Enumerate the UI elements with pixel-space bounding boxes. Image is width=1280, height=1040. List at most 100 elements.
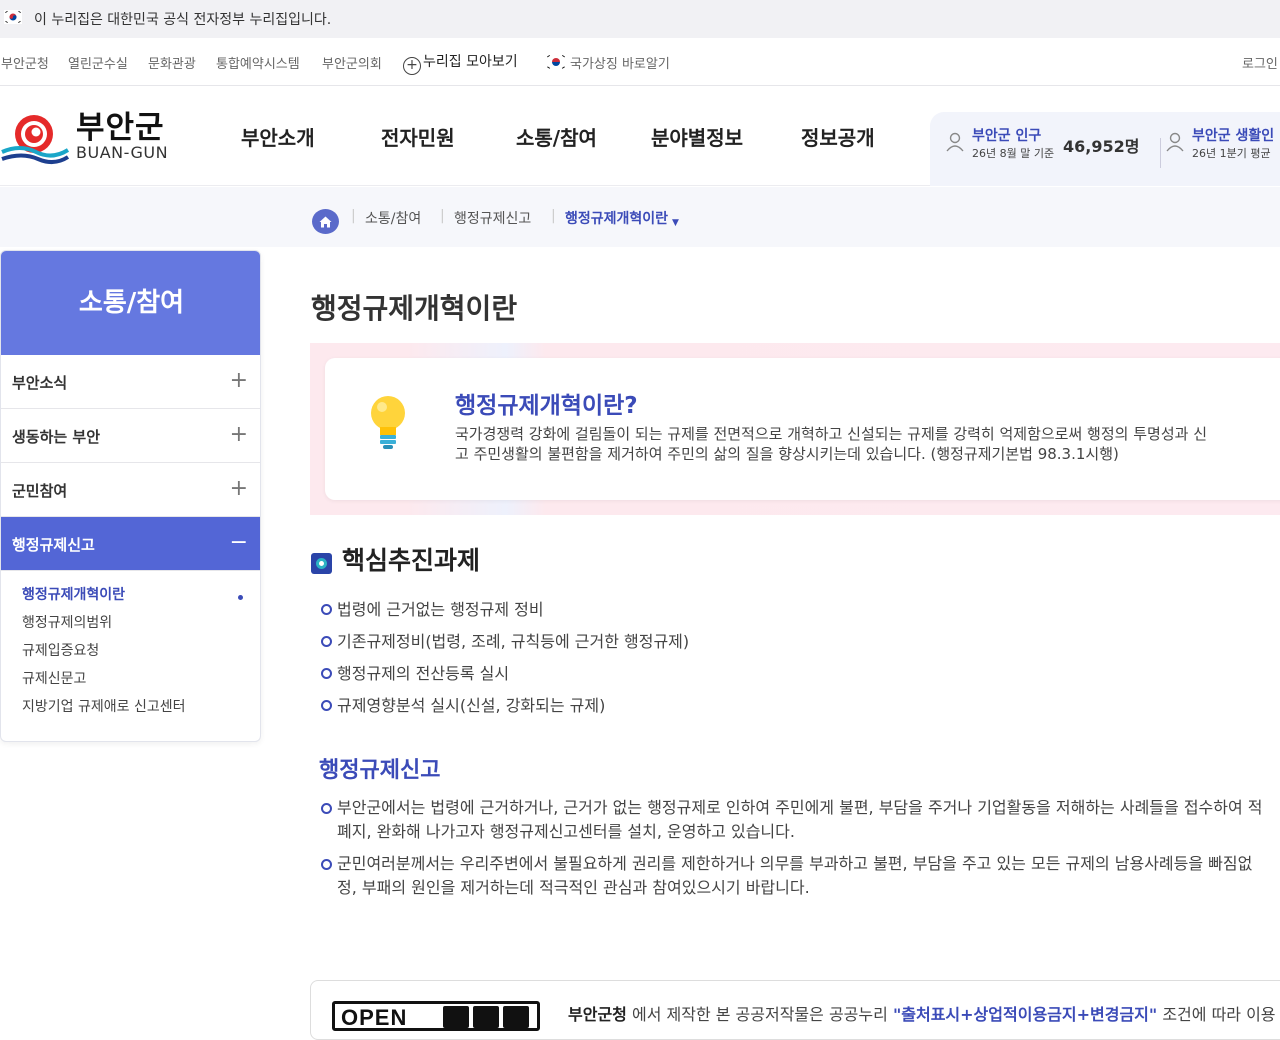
ring-bullet-icon [321,636,332,647]
home-button[interactable] [312,209,339,234]
report-item: 부안군에서는 법령에 근거하거나, 근거가 없는 행정규제로 인하여 주민에게 … [321,796,1280,844]
sidebar-item-label: 생동하는 부안 [12,428,101,446]
report-text-line: 군민여러분께서는 우리주변에서 불필요하게 권리를 제한하거나 의무를 부과하고… [337,854,1253,873]
intro-text: 국가경쟁력 강화에 걸림돌이 되는 규제를 전면적으로 개혁하고 신설되는 규제… [455,424,1280,464]
living-pop-label: 부안군 생활인 [1192,128,1275,144]
breadcrumb-separator: | [551,208,556,224]
plus-circle-icon: + [403,57,421,75]
ring-bullet-icon [321,859,332,870]
site-header: 부안군 BUAN-GUN 부안소개 전자민원 소통/참여 분야별정보 정보공개 … [0,86,1280,186]
ring-bullet-icon [321,700,332,711]
intro-title: 행정규제개혁이란? [455,393,638,419]
gnb-info-disclosure[interactable]: 정보공개 [801,122,875,151]
person-icon [1166,132,1184,152]
collect-sites-button[interactable]: + 누리집 모아보기 [403,51,518,75]
sidebar-item-dynamic-buan[interactable]: 생동하는 부안 + [1,409,260,463]
breadcrumb-item-report[interactable]: 행정규제신고 [454,208,531,228]
kogl-open-text: OPEN [341,1005,408,1030]
gnb-field-info[interactable]: 분야별정보 [651,122,743,151]
license-text-b: 조건에 따라 이용 [1157,1005,1276,1024]
license-terms: "출처표시+상업적이용금지+변경금지" [892,1005,1158,1024]
breadcrumb-current-label: 행정규제개혁이란 [565,211,669,227]
report-text-line: 폐지, 완화해 나가고자 행정규제신고센터를 설치, 운영하고 있습니다. [337,822,795,841]
intro-text-line: 국가경쟁력 강화에 걸림돌이 되는 규제를 전면적으로 개혁하고 신설되는 규제… [455,425,1207,443]
license-org: 부안군청 [568,1005,627,1024]
taegeukgi-flag-icon [545,54,567,74]
report-text-line: 정, 부패의 원인을 제거하는데 적극적인 관심과 참여있으시기 바랍니다. [337,878,810,897]
ring-bullet-icon [321,604,332,615]
core-task-text: 행정규제의 전산등록 실시 [337,664,510,683]
sidebar-sub-scope[interactable]: 행정규제의범위 [22,612,112,632]
expand-plus-icon: + [229,368,248,393]
util-link-tourism[interactable]: 문화관광 [148,53,196,72]
breadcrumb: | 소통/참여 | 행정규제신고 | 행정규제개혁이란 ▼ [0,187,1280,247]
sidebar-sub-sinmungo[interactable]: 규제신문고 [22,668,86,688]
current-dot-icon [238,595,243,600]
logo-english: BUAN-GUN [76,143,169,162]
section-bullet-icon [311,553,332,574]
license-text: 부안군청 에서 제작한 본 공공저작물은 공공누리 "출처표시+상업적이용금지+… [568,1001,1276,1025]
sidebar-sub-local-business[interactable]: 지방기업 규제애로 신고센터 [22,696,185,716]
sidebar-sub-proof-request[interactable]: 규제입증요청 [22,640,99,660]
core-task-item: 법령에 근거없는 행정규제 정비 [321,596,544,620]
buan-emblem-icon [1,115,70,164]
sidebar-item-regulation-report[interactable]: 행정규제신고 − [1,517,260,571]
sidebar-item-label: 행정규제신고 [12,536,95,554]
gov-official-banner: 이 누리집은 대한민국 공식 전자정부 누리집입니다. [0,0,1280,38]
breadcrumb-separator: | [440,208,445,224]
stats-divider [1160,138,1161,168]
person-icon [946,132,964,152]
core-task-text: 기존규제정비(법령, 조례, 규칙등에 근거한 행정규제) [337,632,690,651]
ring-bullet-icon [321,803,332,814]
core-task-item: 행정규제의 전산등록 실시 [321,660,509,684]
national-symbol-link[interactable]: 국가상징 바로알기 [545,53,670,74]
living-pop-sub: 26년 1분기 평균 [1192,147,1271,160]
report-item: 군민여러분께서는 우리주변에서 불필요하게 권리를 제한하거나 의무를 부과하고… [321,852,1280,900]
sidebar-item-news[interactable]: 부안소식 + [1,355,260,409]
gnb-about[interactable]: 부안소개 [241,122,315,151]
ring-bullet-icon [321,668,332,679]
report-text-line: 부안군에서는 법령에 근거하거나, 근거가 없는 행정규제로 인하여 주민에게 … [337,798,1263,817]
breadcrumb-separator: | [351,208,356,224]
license-text-a: 에서 제작한 본 공공저작물은 공공누리 [626,1005,893,1024]
collapse-minus-icon: − [229,530,248,555]
expand-plus-icon: + [229,422,248,447]
core-task-item: 규제영향분석 실시(신설, 강화되는 규제) [321,692,605,716]
lightbulb-icon [371,396,405,449]
sidebar-title: 소통/참여 [1,251,260,355]
page-title: 행정규제개혁이란 [311,292,518,325]
kogl-attribution-icon [443,1006,469,1028]
expand-plus-icon: + [229,476,248,501]
sidebar-item-label: 군민참여 [12,482,68,500]
login-link[interactable]: 로그인 [1242,53,1278,72]
breadcrumb-item-participation[interactable]: 소통/참여 [365,208,421,228]
kogl-open-logo: OPEN [332,1001,540,1031]
sidebar-item-citizen[interactable]: 군민참여 + [1,463,260,517]
population-label: 부안군 인구 [972,128,1042,144]
intro-text-line: 고 주민생활의 불편함을 제거하여 주민의 삶의 질을 향상시키는데 있습니다.… [455,445,1119,463]
population-stats-panel: 부안군 인구 26년 8월 말 기준 46,952명 부안군 생활인 26년 1… [930,112,1280,186]
util-link-council[interactable]: 부안군의회 [322,53,382,72]
gnb-e-civil[interactable]: 전자민원 [381,122,455,151]
logo-name: 부안군 [76,110,165,146]
buan-logo[interactable]: 부안군 BUAN-GUN [0,102,170,172]
report-section-title: 행정규제신고 [319,758,441,783]
util-link-buan-office[interactable]: 부안군청 [1,53,49,72]
sidebar: 소통/참여 부안소식 + 생동하는 부안 + 군민참여 + 행정규제신고 − 행… [0,250,261,742]
kogl-noderivs-icon [503,1006,529,1028]
sidebar-sub-reform[interactable]: 행정규제개혁이란 [22,584,125,604]
collect-sites-label: 누리집 모아보기 [423,54,518,70]
breadcrumb-current[interactable]: 행정규제개혁이란 ▼ [565,208,679,228]
core-task-text: 법령에 근거없는 행정규제 정비 [337,600,544,619]
population-sub: 26년 8월 말 기준 [972,147,1055,160]
util-link-reservation[interactable]: 통합예약시스템 [216,53,300,72]
core-task-text: 규제영향분석 실시(신설, 강화되는 규제) [337,696,606,715]
gnb-participation[interactable]: 소통/참여 [516,122,597,151]
home-icon [319,216,332,227]
core-tasks-title: 핵심추진과제 [342,546,481,575]
gov-banner-text: 이 누리집은 대한민국 공식 전자정부 누리집입니다. [34,12,332,28]
util-link-governor[interactable]: 열린군수실 [68,53,128,72]
caret-down-icon: ▼ [672,218,679,228]
kogl-noncommercial-icon [473,1006,499,1028]
population-value: 46,952명 [1063,137,1140,156]
